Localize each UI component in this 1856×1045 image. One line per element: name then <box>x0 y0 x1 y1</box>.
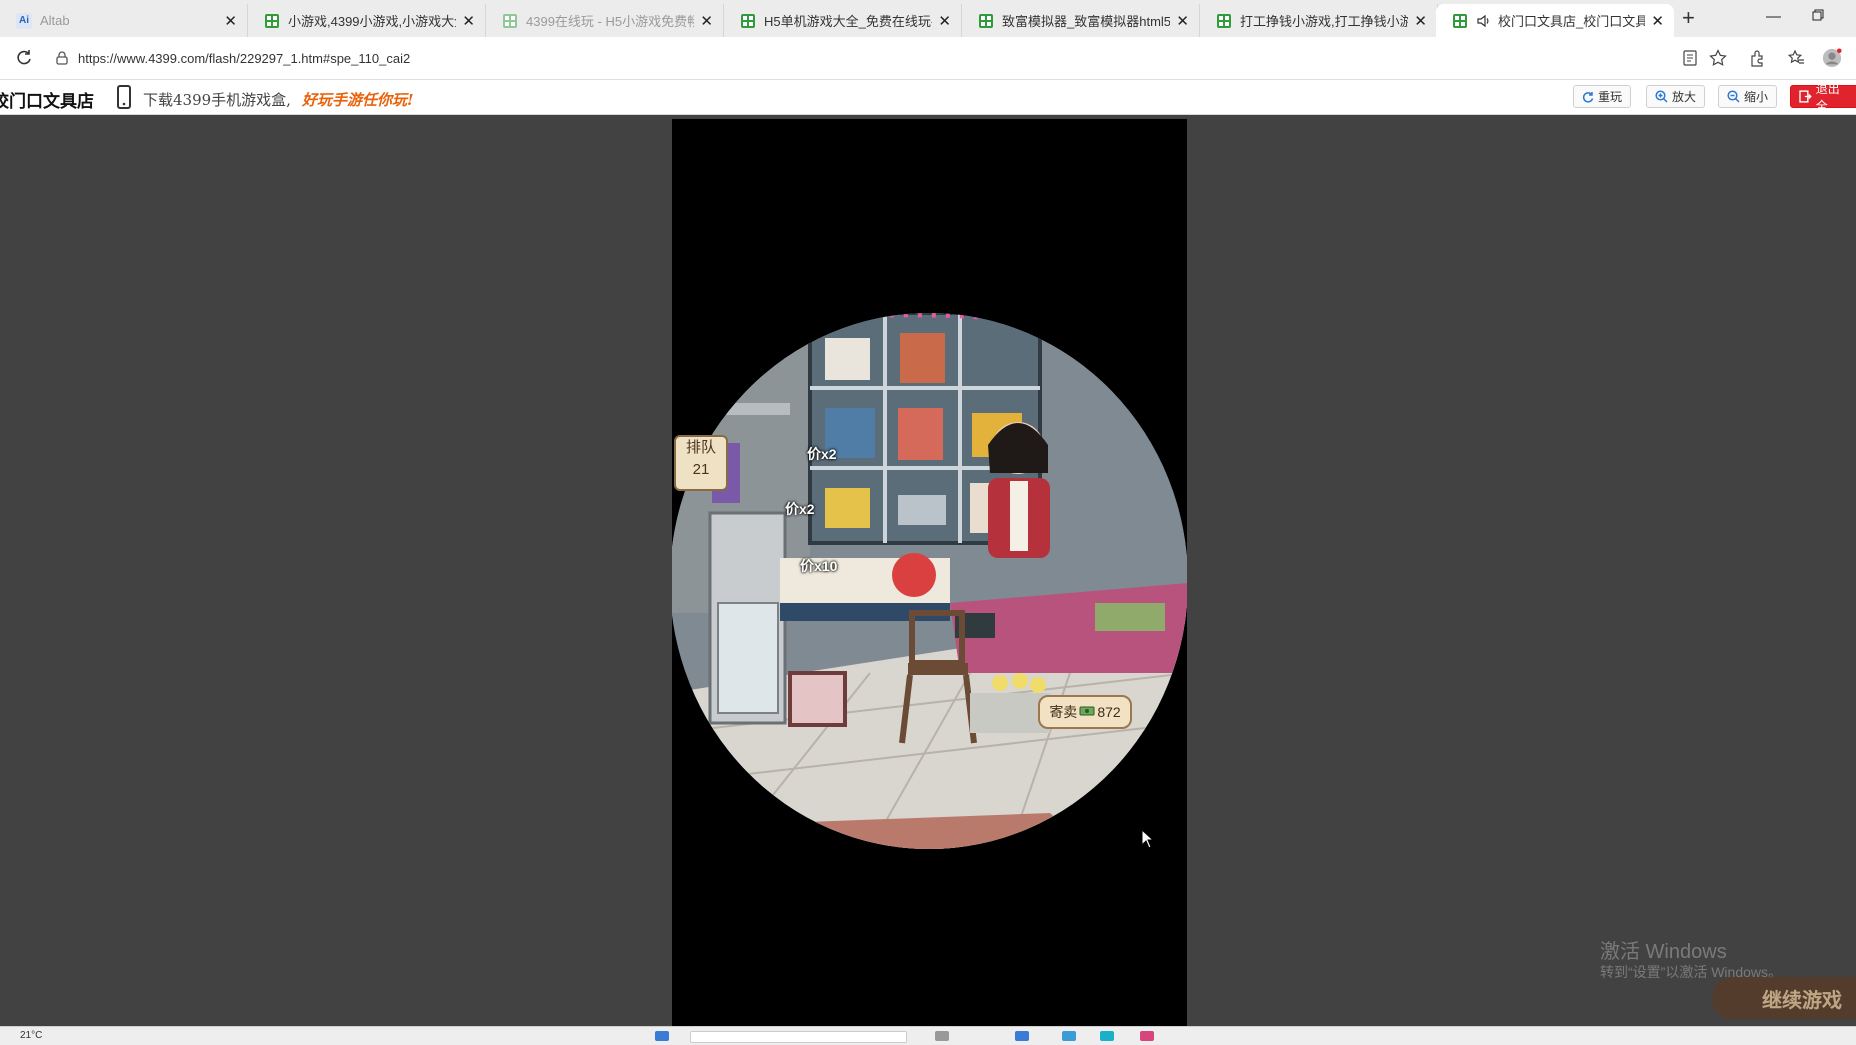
continue-game-button[interactable]: 继续游戏 <box>1712 977 1856 1019</box>
content-area: 排队 21 价x2 价x2 价x10 寄卖 872 激活 Windows 转到“… <box>0 115 1856 1026</box>
tab-altab[interactable]: Ai Altab ✕ <box>0 4 248 37</box>
tab-title: 4399在线玩 - H5小游戏免费畅玩 <box>526 14 695 29</box>
4399-icon <box>740 13 756 29</box>
tab-strip: Ai Altab ✕ 小游戏,4399小游戏,小游戏大全,双 ✕ 4399在线玩… <box>0 0 1856 37</box>
price-tag[interactable]: 价x2 <box>785 499 815 519</box>
close-tab-icon[interactable]: ✕ <box>224 12 237 30</box>
refresh-icon <box>1582 91 1594 103</box>
replay-label: 重玩 <box>1598 90 1623 104</box>
4399-icon <box>264 13 280 29</box>
close-tab-icon[interactable]: ✕ <box>938 12 951 30</box>
queue-badge: 排队 21 <box>674 435 728 491</box>
zoom-out-icon <box>1727 90 1740 103</box>
url-field[interactable]: https://www.4399.com/flash/229297_1.htm#… <box>52 43 1672 73</box>
queue-count: 21 <box>692 461 710 478</box>
taskbar-app-icon[interactable] <box>1100 1031 1114 1041</box>
exit-fullscreen-button[interactable]: 退出全 <box>1790 82 1856 113</box>
reload-icon[interactable] <box>14 48 34 68</box>
url-text: https://www.4399.com/flash/229297_1.htm#… <box>78 50 411 66</box>
4399-icon <box>978 13 994 29</box>
new-tab-icon[interactable]: + <box>1682 6 1695 30</box>
lock-icon[interactable] <box>56 51 68 65</box>
close-tab-icon[interactable]: ✕ <box>1651 12 1664 30</box>
exit-icon <box>1799 90 1812 103</box>
close-tab-icon[interactable]: ✕ <box>1414 12 1427 30</box>
favorite-star-icon[interactable] <box>1708 48 1728 68</box>
consign-label: 寄卖 <box>1049 704 1078 720</box>
site-toolbar: 校门口文具店 下载4399手机游戏盒, 好玩手游任你玩! 重玩 放大 缩小 退出… <box>0 80 1856 115</box>
tab-title: Altab <box>40 13 70 28</box>
reading-mode-icon[interactable] <box>1680 48 1700 68</box>
weather-text: 21°C <box>20 1030 43 1041</box>
restore-icon[interactable] <box>1812 8 1824 25</box>
consign-badge[interactable]: 寄卖 872 <box>1038 695 1132 729</box>
tab-title: 打工挣钱小游戏,打工挣钱小游戏大 <box>1240 14 1409 29</box>
tab-work-money[interactable]: 打工挣钱小游戏,打工挣钱小游戏大 ✕ <box>1200 4 1438 37</box>
tab-title: 校门口文具店_校门口文具店h <box>1498 14 1646 29</box>
price-tag[interactable]: 价x2 <box>807 444 837 464</box>
zoom-in-icon <box>1655 90 1668 103</box>
continue-label: 继续游戏 <box>1762 989 1842 1012</box>
address-bar: https://www.4399.com/flash/229297_1.htm#… <box>0 37 1856 80</box>
promo-text[interactable]: 下载4399手机游戏盒, <box>143 89 291 110</box>
taskbar-app-icon[interactable] <box>1062 1031 1076 1041</box>
zoom-out-label: 缩小 <box>1744 90 1769 104</box>
close-tab-icon[interactable]: ✕ <box>462 12 475 30</box>
zoom-out-button[interactable]: 缩小 <box>1718 85 1778 108</box>
price-tag[interactable]: 价x10 <box>800 556 837 576</box>
cash-icon <box>1079 704 1095 720</box>
game-name: 校门口文具店 <box>0 92 94 111</box>
queue-label: 排队 <box>685 439 716 456</box>
profile-avatar-icon[interactable] <box>1822 48 1842 68</box>
tab-4399-home[interactable]: 小游戏,4399小游戏,小游戏大全,双 ✕ <box>248 4 486 37</box>
taskbar-app-icon[interactable] <box>935 1031 949 1041</box>
exit-label: 退出全 <box>1815 81 1840 113</box>
shop-illustration <box>672 313 1187 849</box>
taskbar: 21°C <box>0 1026 1856 1045</box>
speaker-icon[interactable] <box>1476 13 1492 29</box>
tab-title: H5单机游戏大全_免费在线玩-439 <box>764 14 932 29</box>
tab-stationery-shop[interactable]: 校门口文具店_校门口文具店h ✕ <box>1436 4 1674 37</box>
taskbar-search[interactable] <box>690 1031 907 1043</box>
consign-value: 872 <box>1097 704 1121 720</box>
zoom-in-button[interactable]: 放大 <box>1646 85 1706 108</box>
4399-icon <box>1452 13 1468 29</box>
start-icon[interactable] <box>655 1031 669 1041</box>
tab-rich-simulator[interactable]: 致富模拟器_致富模拟器html5游戏 ✕ <box>962 4 1200 37</box>
promo-highlight[interactable]: 好玩手游任你玩! <box>302 89 414 110</box>
minimize-icon[interactable]: — <box>1766 8 1781 25</box>
mouse-cursor-icon <box>1141 829 1155 849</box>
tab-title: 小游戏,4399小游戏,小游戏大全,双 <box>288 14 456 29</box>
zoom-in-label: 放大 <box>1672 90 1697 104</box>
taskbar-app-icon[interactable] <box>1015 1031 1029 1041</box>
close-tab-icon[interactable]: ✕ <box>700 12 713 30</box>
tab-h5-games[interactable]: H5单机游戏大全_免费在线玩-439 ✕ <box>724 4 962 37</box>
4399-icon <box>1216 13 1232 29</box>
replay-button[interactable]: 重玩 <box>1573 85 1632 108</box>
4399-icon <box>502 13 518 29</box>
shop-scene[interactable] <box>672 313 1187 849</box>
tab-4399-online[interactable]: 4399在线玩 - H5小游戏免费畅玩 ✕ <box>486 4 724 37</box>
windows-activation-title: 激活 Windows <box>1600 941 1727 963</box>
collections-icon[interactable] <box>1786 48 1806 68</box>
ai-icon: Ai <box>16 12 32 29</box>
extensions-icon[interactable] <box>1747 48 1767 68</box>
game-canvas[interactable]: 排队 21 价x2 价x2 价x10 寄卖 872 <box>672 119 1187 1026</box>
phone-icon <box>116 85 132 114</box>
tab-title: 致富模拟器_致富模拟器html5游戏 <box>1002 14 1171 29</box>
close-tab-icon[interactable]: ✕ <box>1176 12 1189 30</box>
taskbar-app-icon[interactable] <box>1140 1031 1154 1041</box>
